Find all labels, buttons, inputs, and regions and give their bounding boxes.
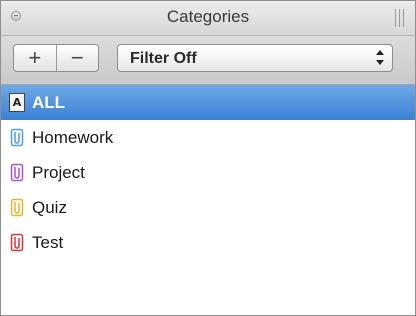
paperclip-icon: [10, 163, 24, 182]
paperclip-icon: [10, 233, 24, 252]
add-remove-segmented-control: + −: [13, 44, 99, 72]
category-row-project[interactable]: Project: [1, 155, 415, 190]
category-label: Project: [32, 163, 85, 182]
category-list: A ALL Homework Project Quiz Test: [1, 85, 415, 260]
title-bar: Categories: [1, 1, 415, 36]
category-row-quiz[interactable]: Quiz: [1, 190, 415, 225]
remove-category-button[interactable]: −: [57, 45, 99, 71]
categories-panel: Categories + − Filter Off A ALL Homework: [0, 0, 416, 316]
category-row-homework[interactable]: Homework: [1, 120, 415, 155]
resize-grip-icon[interactable]: [395, 9, 405, 27]
panel-title: Categories: [166, 7, 250, 26]
category-row-test[interactable]: Test: [1, 225, 415, 260]
filter-value: Filter Off: [130, 50, 197, 67]
category-label: Quiz: [32, 198, 67, 217]
category-label: ALL: [32, 93, 66, 112]
updown-arrows-icon: [374, 49, 386, 67]
paperclip-icon: [10, 128, 24, 147]
toolbar: + − Filter Off: [1, 36, 415, 85]
category-label: Homework: [32, 128, 114, 147]
filter-select[interactable]: Filter Off: [117, 44, 393, 72]
add-category-button[interactable]: +: [14, 45, 57, 71]
category-label: Test: [32, 233, 64, 252]
paperclip-icon: [10, 198, 24, 217]
all-icon: A: [9, 93, 25, 112]
category-row-all[interactable]: A ALL: [1, 85, 415, 120]
